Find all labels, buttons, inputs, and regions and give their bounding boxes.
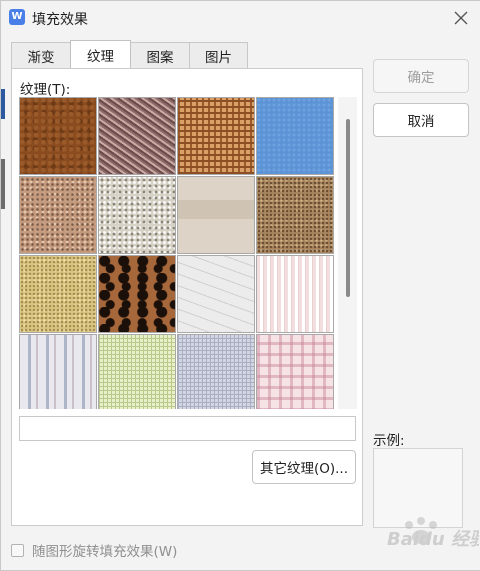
tab-texture[interactable]: 纹理 — [70, 40, 131, 68]
tab-picture[interactable]: 图片 — [189, 42, 248, 68]
texture-swatch-pink-plaid[interactable] — [256, 334, 334, 409]
texture-swatch-woven-mat[interactable] — [98, 97, 176, 175]
dialog-title: 填充效果 — [32, 12, 88, 28]
rotate-with-shape-checkbox[interactable] — [11, 543, 24, 557]
scrollbar-thumb[interactable] — [346, 119, 350, 297]
background-fragment — [1, 89, 5, 119]
baidu-jingyan-watermark: Baidu 经验 — [387, 517, 479, 550]
ok-button[interactable]: 确定 — [373, 59, 469, 93]
wps-writer-icon: W — [9, 9, 25, 25]
texture-label: 纹理(T): — [20, 82, 71, 98]
more-textures-button[interactable]: 其它纹理(O)... — [252, 450, 356, 484]
rotate-with-shape-option[interactable]: 随图形旋转填充效果(W) — [11, 540, 177, 560]
texture-gallery[interactable] — [19, 97, 357, 409]
texture-swatch-green-grid[interactable] — [98, 334, 176, 409]
texture-swatch-tan-granite[interactable] — [19, 176, 97, 254]
close-icon — [454, 11, 467, 24]
fill-effects-dialog: W 填充效果 渐变 纹理 图案 图片 纹理(T): 其它纹理(O)... 确定 … — [0, 0, 480, 571]
texture-swatch-leopard-print[interactable] — [98, 255, 176, 333]
cancel-button[interactable]: 取消 — [373, 103, 469, 137]
tab-pattern[interactable]: 图案 — [130, 42, 190, 68]
texture-swatch-gray-terrazzo[interactable] — [98, 176, 176, 254]
texture-gallery-scrollbar[interactable] — [338, 97, 357, 409]
watermark-text: Baidu 经验 — [387, 529, 479, 550]
texture-swatch-blue-paper[interactable] — [256, 97, 334, 175]
texture-swatch-blue-stripe-fabric[interactable] — [19, 334, 97, 409]
texture-swatch-pink-pleats[interactable] — [256, 255, 334, 333]
texture-swatch-gray-check[interactable] — [177, 334, 255, 409]
texture-swatch-beige-stripes[interactable] — [177, 176, 255, 254]
texture-swatch-office-sketch-paper[interactable] — [177, 255, 255, 333]
preview-label: 示例: — [373, 433, 405, 449]
title-bar: W 填充效果 — [1, 1, 480, 35]
rotate-with-shape-label: 随图形旋转填充效果(W) — [32, 544, 178, 560]
tab-gradient[interactable]: 渐变 — [11, 42, 71, 68]
background-fragment — [1, 159, 5, 209]
texture-swatch-brown-sand[interactable] — [256, 176, 334, 254]
close-button[interactable] — [441, 1, 480, 34]
texture-swatch-brown-leather[interactable] — [19, 97, 97, 175]
tab-bar: 渐变 纹理 图案 图片 — [11, 40, 248, 69]
texture-name-field[interactable] — [19, 416, 356, 441]
texture-swatch-gold-sand[interactable] — [19, 255, 97, 333]
texture-swatch-burlap-weave[interactable] — [177, 97, 255, 175]
